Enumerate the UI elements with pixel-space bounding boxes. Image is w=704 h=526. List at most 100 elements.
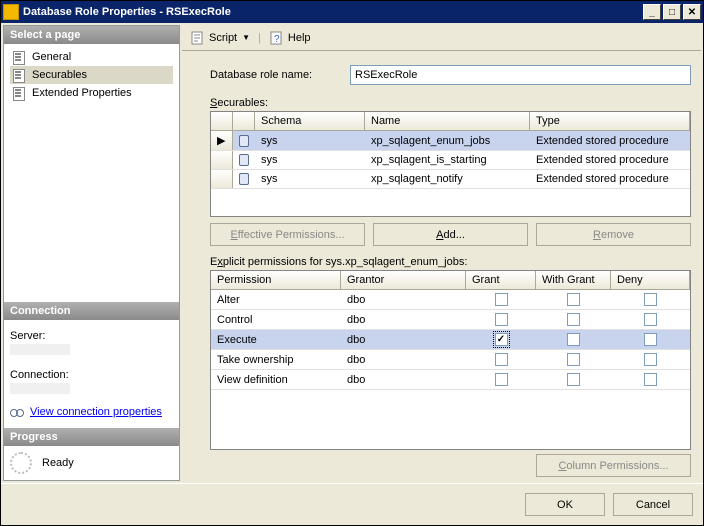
table-row[interactable]: Executedbo xyxy=(211,330,690,350)
connection-value xyxy=(10,383,70,394)
sidebar-item-label: General xyxy=(32,51,71,63)
effective-permissions-button[interactable]: Effective Permissions... xyxy=(210,223,365,246)
page-icon xyxy=(12,50,28,64)
sidebar-item-securables[interactable]: Securables xyxy=(10,66,173,84)
progress-spinner-icon xyxy=(10,452,32,474)
checkbox[interactable] xyxy=(644,373,657,386)
ok-button[interactable]: OK xyxy=(525,493,605,516)
role-name-label: Database role name: xyxy=(210,69,350,81)
connection-icon xyxy=(10,406,26,418)
view-connection-properties-link[interactable]: View connection properties xyxy=(10,406,173,418)
script-button[interactable]: Script ▼ xyxy=(186,28,254,48)
checkbox[interactable] xyxy=(644,313,657,326)
row-selector[interactable] xyxy=(211,151,233,169)
checkbox[interactable] xyxy=(644,353,657,366)
window-controls: _ □ ✕ xyxy=(641,4,701,20)
grant-cell xyxy=(466,330,536,349)
sidebar-item-general[interactable]: General xyxy=(10,48,173,66)
table-row[interactable]: ▶ sysxp_sqlagent_enum_jobsExtended stored… xyxy=(211,131,690,151)
checkbox[interactable] xyxy=(567,353,580,366)
progress-section: Ready xyxy=(4,446,179,480)
withgrant-header[interactable]: With Grant xyxy=(536,271,611,290)
type-header[interactable]: Type xyxy=(530,112,690,131)
app-icon xyxy=(3,4,19,20)
withgrant-cell xyxy=(536,290,611,309)
table-row[interactable]: View definitiondbo xyxy=(211,370,690,390)
toolbar: Script ▼ | ? Help xyxy=(182,25,701,51)
checkbox[interactable] xyxy=(495,353,508,366)
window-title: Database Role Properties - RSExecRole xyxy=(23,6,641,18)
withgrant-cell xyxy=(536,310,611,329)
title-bar: Database Role Properties - RSExecRole _ … xyxy=(1,1,703,23)
checkbox[interactable] xyxy=(644,333,657,346)
help-label: Help xyxy=(288,32,311,44)
deny-header[interactable]: Deny xyxy=(611,271,690,290)
securables-button-row: Effective Permissions... Add... Remove xyxy=(210,223,691,246)
securable-icon xyxy=(239,173,249,185)
checkbox[interactable] xyxy=(495,333,508,346)
schema-cell: sys xyxy=(255,151,365,169)
withgrant-cell xyxy=(536,330,611,349)
deny-cell xyxy=(611,350,690,369)
minimize-button[interactable]: _ xyxy=(643,4,661,20)
help-button[interactable]: ? Help xyxy=(265,28,315,48)
dialog-body: Select a page General Securables Extende… xyxy=(1,23,703,483)
checkbox[interactable] xyxy=(495,293,508,306)
type-cell: Extended stored procedure xyxy=(530,131,690,150)
table-row[interactable]: sysxp_sqlagent_is_startingExtended store… xyxy=(211,151,690,170)
table-row[interactable]: Take ownershipdbo xyxy=(211,350,690,370)
maximize-button[interactable]: □ xyxy=(663,4,681,20)
grantor-cell: dbo xyxy=(341,350,466,369)
connection-section: Server: Connection: View connection prop… xyxy=(4,320,179,428)
withgrant-cell xyxy=(536,370,611,389)
name-header[interactable]: Name xyxy=(365,112,530,131)
grantor-cell: dbo xyxy=(341,310,466,329)
permission-cell: Alter xyxy=(211,290,341,309)
checkbox[interactable] xyxy=(567,293,580,306)
table-row[interactable]: Controldbo xyxy=(211,310,690,330)
permission-header[interactable]: Permission xyxy=(211,271,341,290)
remove-button[interactable]: Remove xyxy=(536,223,691,246)
column-permissions-button[interactable]: Column Permissions... xyxy=(536,454,691,477)
securables-grid: Schema Name Type ▶sysxp_sqlagent_enum_jo… xyxy=(210,111,691,217)
row-selector[interactable] xyxy=(211,170,233,188)
checkbox[interactable] xyxy=(495,313,508,326)
server-value xyxy=(10,344,70,355)
grantor-cell: dbo xyxy=(341,330,466,349)
close-button[interactable]: ✕ xyxy=(683,4,701,20)
table-row[interactable]: sysxp_sqlagent_notifyExtended stored pro… xyxy=(211,170,690,189)
column-permissions-row: Column Permissions... xyxy=(210,454,691,477)
securable-icon-cell xyxy=(233,170,255,188)
grant-cell xyxy=(466,310,536,329)
select-page-header: Select a page xyxy=(4,26,179,44)
permissions-header-row: Permission Grantor Grant With Grant Deny xyxy=(211,271,690,290)
checkbox[interactable] xyxy=(567,313,580,326)
grantor-header[interactable]: Grantor xyxy=(341,271,466,290)
grantor-cell: dbo xyxy=(341,370,466,389)
securable-icon-cell xyxy=(233,151,255,169)
schema-cell: sys xyxy=(255,131,365,150)
checkbox[interactable] xyxy=(567,333,580,346)
content-area: Database role name: Securables: Schema N… xyxy=(182,51,701,481)
main-panel: Script ▼ | ? Help Database role name: Se… xyxy=(182,25,701,481)
permission-cell: Control xyxy=(211,310,341,329)
checkbox[interactable] xyxy=(644,293,657,306)
row-selector[interactable]: ▶ xyxy=(211,131,233,150)
dialog-window: Database Role Properties - RSExecRole _ … xyxy=(0,0,704,526)
grant-header[interactable]: Grant xyxy=(466,271,536,290)
table-row[interactable]: Alterdbo xyxy=(211,290,690,310)
role-name-input[interactable] xyxy=(350,65,691,85)
checkbox[interactable] xyxy=(567,373,580,386)
add-button[interactable]: Add... xyxy=(373,223,528,246)
checkbox[interactable] xyxy=(495,373,508,386)
schema-header[interactable]: Schema xyxy=(255,112,365,131)
schema-cell: sys xyxy=(255,170,365,188)
script-icon xyxy=(190,30,206,46)
grant-cell xyxy=(466,290,536,309)
type-cell: Extended stored procedure xyxy=(530,170,690,188)
sidebar-item-extended-properties[interactable]: Extended Properties xyxy=(10,84,173,102)
name-cell: xp_sqlagent_notify xyxy=(365,170,530,188)
name-cell: xp_sqlagent_is_starting xyxy=(365,151,530,169)
name-cell: xp_sqlagent_enum_jobs xyxy=(365,131,530,150)
cancel-button[interactable]: Cancel xyxy=(613,493,693,516)
